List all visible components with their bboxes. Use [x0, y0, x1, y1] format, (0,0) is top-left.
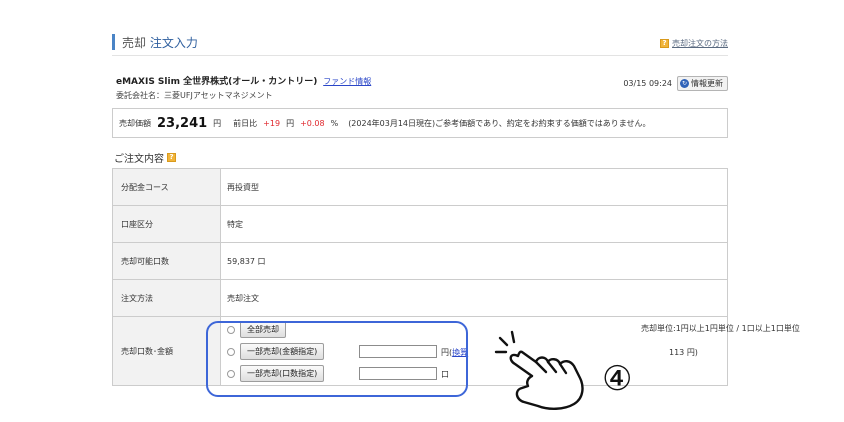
- row-label: 売却口数･金額: [112, 316, 221, 386]
- row-label: 分配金コース: [112, 168, 221, 206]
- section-title-text: ご注文内容: [114, 154, 164, 165]
- title-sell: 売却: [122, 36, 147, 50]
- pointing-hand-icon: [494, 330, 584, 410]
- price-note: (2024年03月14日現在)ご参考価額であり、約定をお約束する価額ではありませ…: [348, 118, 651, 128]
- options-highlight-frame: [206, 321, 468, 397]
- sell-order-page: 売却 注文入力 ? 売却注文の方法 eMAXIS Slim 全世界株式(オール・…: [0, 0, 844, 422]
- page-header: 売却 注文入力 ? 売却注文の方法: [112, 30, 728, 56]
- page-title: 売却 注文入力: [122, 34, 198, 51]
- change-label: 前日比: [233, 118, 258, 128]
- fund-info-link[interactable]: ファンド情報: [323, 77, 371, 86]
- fund-header: eMAXIS Slim 全世界株式(オール・カントリー) ファンド情報 03/1…: [116, 74, 728, 91]
- table-row: 分配金コース 再投資型: [112, 168, 728, 206]
- row-value: 特定: [220, 205, 728, 243]
- help-icon[interactable]: ?: [167, 153, 176, 162]
- table-row: 売却可能口数 59,837 口: [112, 242, 728, 280]
- refresh-button[interactable]: ↻ 情報更新: [677, 76, 728, 91]
- price-value: 23,241: [157, 115, 208, 131]
- price-label: 売却価額: [119, 118, 151, 128]
- table-row: 注文方法 売却注文: [112, 279, 728, 317]
- row-label: 注文方法: [112, 279, 221, 317]
- step-number: ④: [602, 359, 633, 399]
- percent-unit: %: [330, 118, 339, 128]
- change-value: +19: [263, 118, 281, 128]
- title-order-entry: 注文入力: [149, 36, 198, 50]
- title-accent-bar: [112, 34, 115, 50]
- refresh-icon: ↻: [680, 79, 689, 88]
- row-value: 59,837 口: [220, 242, 728, 280]
- sell-unit-note: 売却単位:1円以上1円単位 / 1口以上1口単位: [641, 324, 800, 333]
- help-icon: ?: [660, 39, 669, 48]
- row-label: 売却可能口数: [112, 242, 221, 280]
- table-row: 口座区分 特定: [112, 205, 728, 243]
- management-company: 委託会社名：三菱UFJアセットマネジメント: [116, 91, 273, 100]
- row-label: 口座区分: [112, 205, 221, 243]
- conversion-note: 113 円): [669, 348, 698, 357]
- price-unit: 円: [213, 118, 222, 128]
- row-value: 再投資型: [220, 168, 728, 206]
- row-value: 売却注文: [220, 279, 728, 317]
- change-percent: +0.08: [300, 118, 325, 128]
- price-datetime: 03/15 09:24 ↻ 情報更新: [623, 76, 728, 91]
- help-link-text[interactable]: 売却注文の方法: [672, 38, 728, 49]
- sell-help-link[interactable]: ? 売却注文の方法: [660, 38, 728, 49]
- order-section-title: ご注文内容 ?: [114, 150, 176, 165]
- datetime-text: 03/15 09:24: [623, 79, 672, 88]
- price-box: 売却価額 23,241 円 前日比 +19 円 +0.08 % (2024年03…: [112, 108, 728, 138]
- change-unit: 円: [286, 118, 295, 128]
- refresh-label: 情報更新: [691, 79, 723, 88]
- fund-name: eMAXIS Slim 全世界株式(オール・カントリー): [116, 77, 318, 87]
